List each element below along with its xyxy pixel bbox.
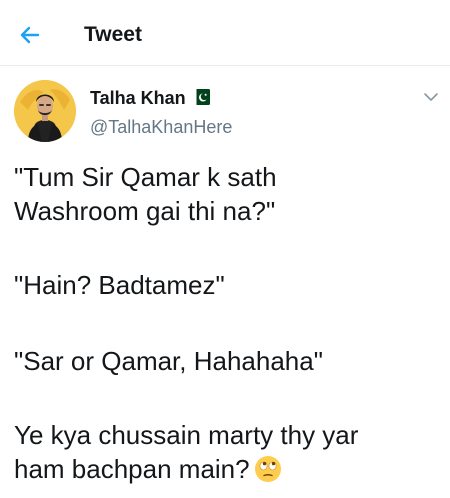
chevron-down-icon — [424, 93, 438, 101]
tweet-line: Ye kya chussain marty thy yar — [14, 420, 359, 450]
author-name[interactable]: Talha Khan — [90, 87, 186, 109]
tweet-line-text: ham bachpan main? — [14, 454, 250, 484]
tweet-paragraph: "Tum Sir Qamar k sath Washroom gai thi n… — [14, 160, 277, 228]
tweet-menu-button[interactable] — [422, 90, 440, 104]
avatar-illustration — [14, 80, 76, 142]
tweet-line: Washroom gai thi na?" — [14, 196, 276, 226]
tweet-paragraph: "Sar or Qamar, Hahahaha" — [14, 344, 323, 378]
page-title: Tweet — [84, 23, 142, 46]
top-bar: Tweet — [0, 0, 450, 66]
tweet-paragraph: "Hain? Badtamez" — [14, 268, 225, 302]
author-handle[interactable]: @TalhaKhanHere — [90, 116, 232, 138]
tweet-line: "Hain? Badtamez" — [14, 270, 225, 300]
face-with-rolling-eyes-icon — [254, 456, 281, 482]
tweet-line: "Sar or Qamar, Hahahaha" — [14, 346, 323, 376]
tweet-paragraph: Ye kya chussain marty thy yar ham bachpa… — [14, 418, 358, 486]
tweet-line-with-emoji: ham bachpan main? — [14, 452, 358, 486]
pakistan-flag-icon — [192, 89, 210, 105]
avatar[interactable] — [14, 80, 76, 142]
back-button[interactable] — [16, 21, 44, 49]
tweet-line: "Tum Sir Qamar k sath — [14, 162, 277, 192]
arrow-left-icon — [20, 26, 40, 44]
